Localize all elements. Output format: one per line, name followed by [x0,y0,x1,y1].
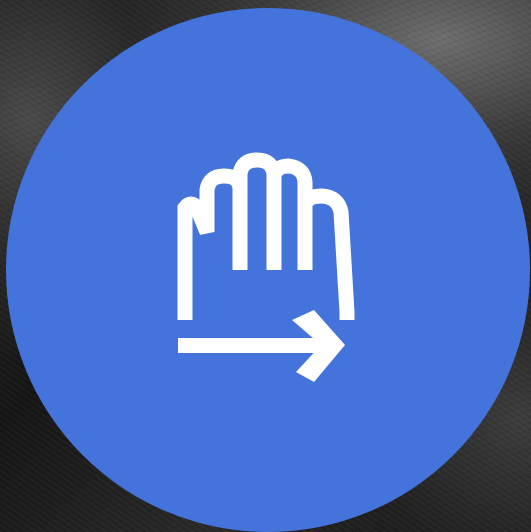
hand-outline [177,152,355,320]
hand-swipe-right-icon [177,152,355,382]
badge-stage [0,0,531,532]
arrow-shaft [178,338,328,353]
